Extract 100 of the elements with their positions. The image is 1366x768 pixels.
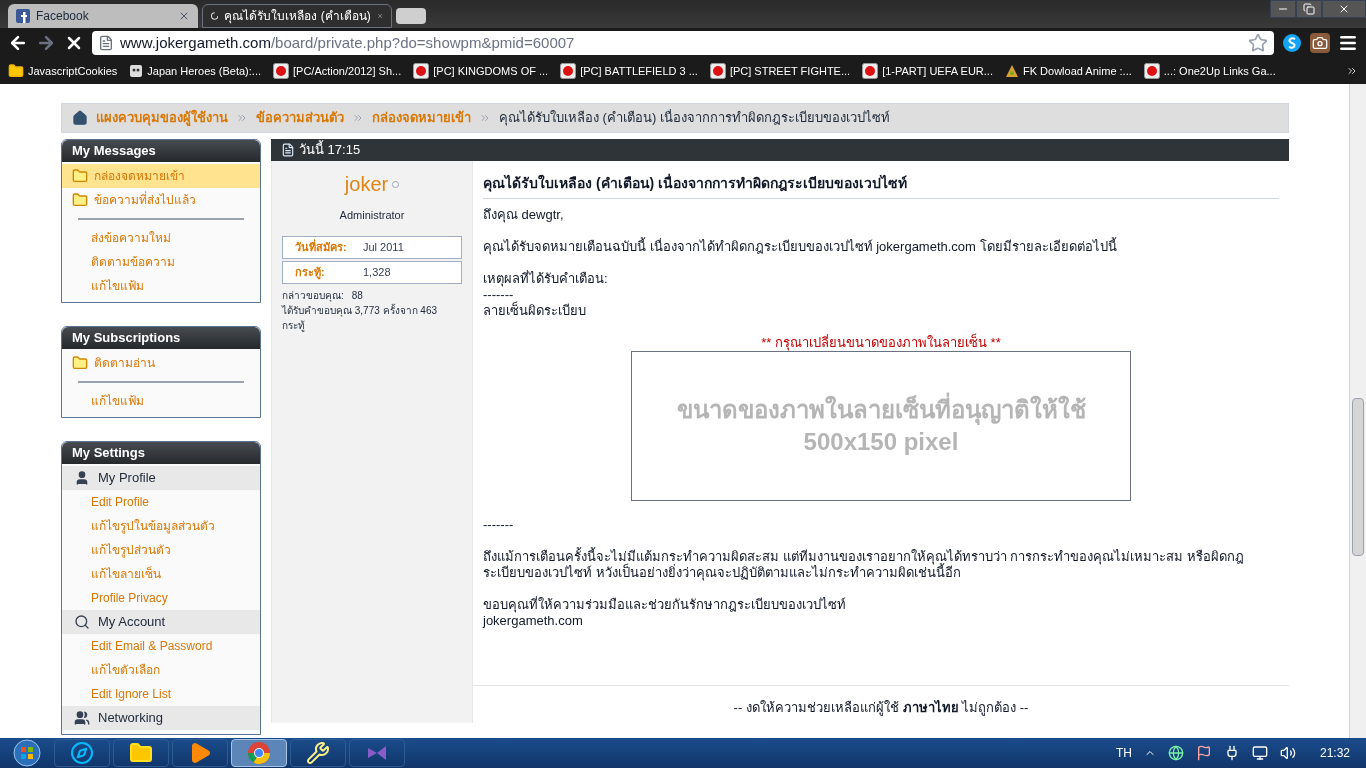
bookmark[interactable]: [PC] BATTLEFIELD 3 ...	[560, 62, 698, 80]
breadcrumb-link[interactable]: ข้อความส่วนตัว	[256, 108, 344, 128]
arrow-icon	[352, 112, 364, 124]
browser-tab[interactable]: คุณได้รับใบเหลือง (คำเตือน)	[202, 4, 392, 28]
sidebar-link[interactable]: แก้ไขแฟ้ม	[62, 389, 260, 413]
close-icon[interactable]	[178, 10, 190, 22]
bookmark[interactable]: ...: One2Up Links Ga...	[1143, 62, 1276, 80]
back-icon[interactable]	[8, 33, 28, 53]
post-header: วันนี้ 17:15	[271, 139, 1289, 161]
notice-text: ** กรุณาเปลี่ยนขนาดของภาพในลายเซ็น **	[761, 335, 1001, 351]
block-title: My Subscriptions	[62, 327, 260, 349]
network-icon[interactable]	[1167, 745, 1184, 761]
camera-app-icon[interactable]	[1310, 33, 1330, 53]
arrow-icon	[236, 112, 248, 124]
info-label: วันที่สมัคร:	[295, 238, 348, 255]
sidebar-link[interactable]: แก้ไขตัวเลือก	[62, 658, 260, 682]
page-icon	[98, 35, 114, 51]
taskbar-button[interactable]	[54, 739, 110, 767]
bookmark[interactable]: [PC] STREET FIGHTE...	[709, 62, 851, 80]
loading-icon	[211, 9, 219, 23]
folder-icon	[72, 168, 88, 184]
forward-icon[interactable]	[36, 33, 56, 53]
f-logo-icon	[16, 9, 30, 23]
block-title: My Messages	[62, 140, 260, 162]
sidebar-link[interactable]: Edit Email & Password	[62, 634, 260, 658]
browser-tab[interactable]: Facebook	[8, 4, 198, 28]
bookmark[interactable]: FK Dowload Anime :...	[1004, 62, 1132, 80]
message-text: ขอบคุณที่ให้ความร่วมมือและช่วยกันรักษากฎระเบียบของเวปไซท์	[483, 597, 847, 613]
bookmark[interactable]: JavascriptCookies	[8, 62, 118, 80]
taskbar-button[interactable]	[113, 739, 169, 767]
sidebar-link[interactable]: แก้ไขแฟ้ม	[62, 274, 260, 298]
clock[interactable]: 21:32	[1319, 744, 1350, 762]
folder-link[interactable]: ติดตามอ่าน	[62, 351, 260, 375]
volume-icon[interactable]	[1279, 745, 1296, 761]
sample-text: 500x150 pixel	[803, 427, 959, 457]
breadcrumb-link[interactable]: กล่องจดหมายเข้า	[372, 108, 471, 128]
folder-icon	[8, 63, 24, 79]
message-text: jokergameth.com	[483, 613, 584, 629]
folder-link[interactable]: กล่องจดหมายเข้า	[62, 164, 260, 188]
info-value: Jul 2011	[363, 239, 404, 255]
author-rank: Administrator	[339, 208, 405, 223]
magnifier-icon	[74, 614, 90, 630]
sample-text: ขนาดของภาพในลายเซ็นที่อนุญาติให้ใช้	[676, 394, 1086, 426]
wrench-icon	[306, 741, 330, 765]
thanks-count: 88	[351, 288, 363, 303]
folder-icon	[72, 192, 88, 208]
new-tab-button[interactable]	[396, 8, 426, 24]
bookmark[interactable]: [PC] KINGDOMS OF ...	[413, 62, 549, 80]
star-icon[interactable]	[1248, 33, 1268, 53]
target-icon	[709, 63, 726, 79]
more-bookmarks-icon[interactable]	[1346, 65, 1358, 77]
scroll-thumb[interactable]	[1352, 398, 1364, 556]
target-icon	[862, 63, 879, 79]
sidebar-link[interactable]: ติดตามข้อความ	[62, 250, 260, 274]
bookmark[interactable]: [PC/Action/2012] Sh...	[273, 62, 402, 80]
bookmark[interactable]: [1-PART] UEFA EUR...	[862, 62, 993, 80]
address-bar[interactable]: www.jokergameth.com/board/private.php?do=showpm&pmid=60007	[92, 31, 1274, 55]
chrome-icon	[247, 741, 271, 765]
language-indicator[interactable]: TH	[1115, 744, 1132, 762]
message-text: -------	[483, 517, 515, 533]
folder-link[interactable]: ข้อความที่ส่งไปแล้ว	[62, 188, 260, 212]
folder-icon	[72, 355, 88, 371]
author-name[interactable]: joker	[344, 169, 389, 199]
section-header: My Account	[62, 610, 260, 634]
restore-button[interactable]	[1296, 0, 1322, 18]
block-title: My Settings	[62, 442, 260, 464]
message-text: ถึงแม้การเตือนครั้งนี้จะไม่มีแต้มกระทำความผิดสะสม แต่ทีมงานของเราอยากให้คุณได้ทราบว่า การกระทำของคุณไม่เหมาะสม หรือผิดกฎระเบียบของเวปไซท์ หวังเป็นอย่างยิ่งว่าคุณจะปฏิบัติตามและไม่กระทำความผิดเช่นนี้อีก	[483, 549, 1245, 581]
scrollbar[interactable]	[1349, 84, 1366, 738]
taskbar-button[interactable]	[290, 739, 346, 767]
target-icon	[413, 63, 430, 79]
section-header: Networking	[62, 706, 260, 730]
message-text: -------	[483, 287, 514, 302]
menu-icon[interactable]	[1338, 33, 1358, 53]
home-icon[interactable]	[72, 110, 88, 126]
minimize-button[interactable]	[1270, 0, 1296, 18]
sidebar-link[interactable]: แก้ไขลายเซ็น	[62, 562, 260, 586]
flag-icon[interactable]	[1195, 745, 1212, 761]
thanks-received: ได้รับคำขอบคุณ 3,773 ครั้งจาก 463 กระทู้	[282, 302, 439, 333]
target-icon	[273, 63, 289, 79]
chat-app-icon[interactable]	[1282, 33, 1302, 53]
emblem-icon	[1004, 64, 1019, 78]
bookmark[interactable]: Japan Heroes (Beta):...	[129, 62, 261, 80]
target-icon	[560, 63, 577, 79]
message-text: ลายเซ็นผิดระเบียบ	[483, 303, 587, 319]
start-orb-icon[interactable]	[12, 738, 42, 768]
sidebar-link[interactable]: Edit Ignore List	[62, 682, 260, 706]
breadcrumb-link[interactable]: แผงควบคุมของผู้ใช้งาน	[96, 108, 228, 128]
document-icon	[281, 143, 295, 157]
sidebar-link[interactable]: แก้ไขรูปส่วนตัว	[62, 538, 260, 562]
person-icon	[74, 470, 90, 486]
robot-icon	[129, 64, 144, 78]
message-title: คุณได้รับใบเหลือง (คำเตือน) เนื่องจากการทำผิดกฎระเบียบของเวปไซท์	[483, 173, 1279, 199]
sidebar-link[interactable]: แก้ไขรูปในข้อมูลส่วนตัว	[62, 514, 260, 538]
sidebar-link[interactable]: Edit Profile	[62, 490, 260, 514]
info-value: 1,328	[363, 264, 391, 280]
taskbar-button[interactable]	[172, 739, 228, 767]
monitor-icon[interactable]	[1251, 745, 1268, 761]
breadcrumb-current: คุณได้รับใบเหลือง (คำเตือน) เนื่องจากการทำผิดกฎระเบียบของเวปไซท์	[499, 108, 890, 128]
sidebar-link[interactable]: ส่งข้อความใหม่	[62, 226, 260, 250]
sidebar-link[interactable]: Profile Privacy	[62, 586, 260, 610]
